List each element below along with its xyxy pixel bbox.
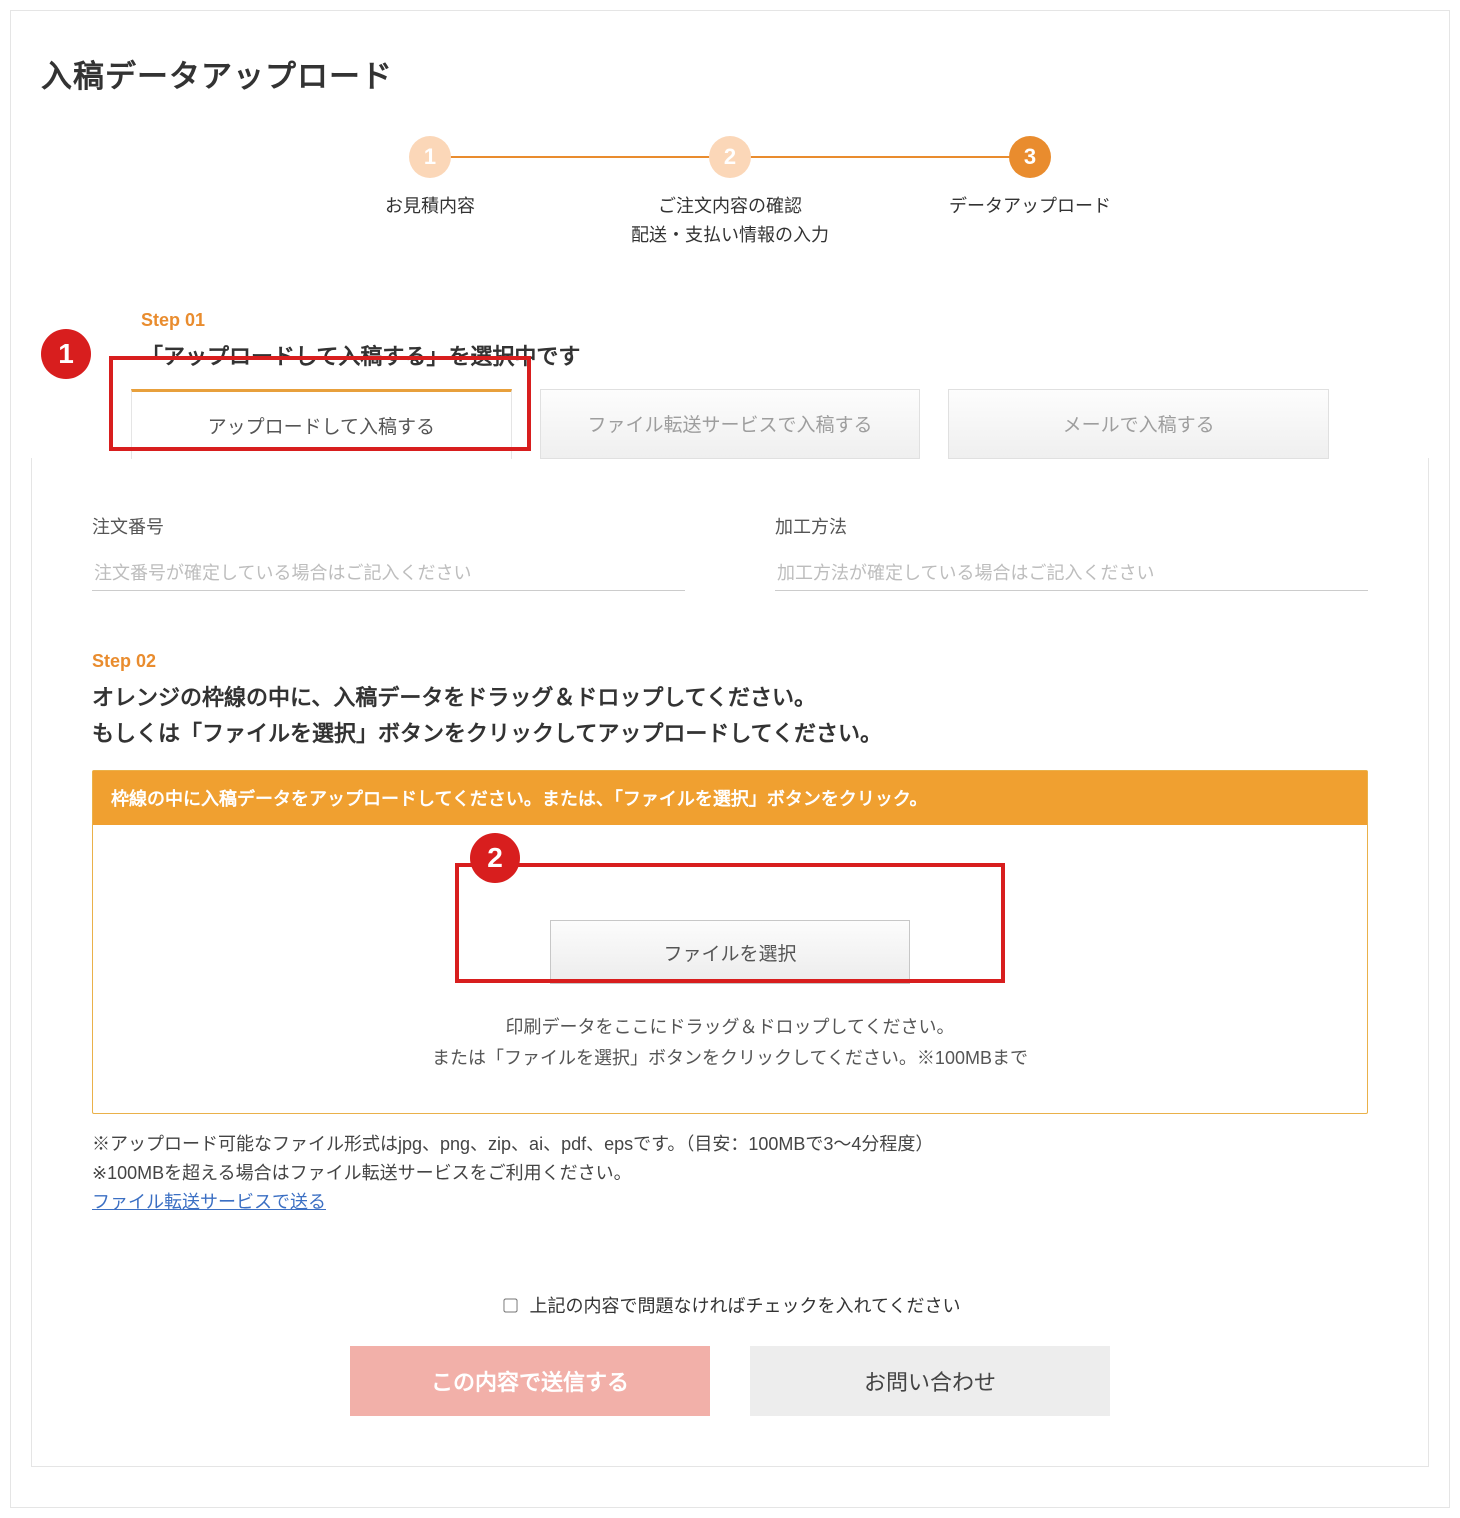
step01-block: Step 01 「アップロードして入稿する」を選択中です アップロードして入稿す… bbox=[31, 310, 1429, 459]
confirm-label-wrapper[interactable]: 上記の内容で問題なければチェックを入れてください bbox=[500, 1296, 961, 1316]
upload-body: 2 ファイルを選択 印刷データをここにドラッグ＆ドロップしてください。 または「… bbox=[93, 825, 1367, 1113]
action-buttons: この内容で送信する お問い合わせ bbox=[92, 1346, 1368, 1416]
process-method-group: 加工方法 bbox=[775, 513, 1368, 591]
progress-steps: 1 お見積内容 2 ご注文内容の確認 配送・支払い情報の入力 3 データアップロ… bbox=[31, 136, 1429, 250]
confirm-checkbox[interactable] bbox=[503, 1298, 517, 1312]
page-container: 入稿データアップロード 1 お見積内容 2 ご注文内容の確認 配送・支払い情報の… bbox=[10, 10, 1450, 1508]
step-circle-2: 2 bbox=[709, 136, 751, 178]
inquiry-button-label: お問い合わせ bbox=[864, 1370, 996, 1395]
upload-help-line1: 印刷データをここにドラッグ＆ドロップしてください。 bbox=[506, 1017, 955, 1037]
upload-notes: ※アップロード可能なファイル形式はjpg、png、zip、ai、pdf、epsで… bbox=[92, 1130, 1368, 1216]
submit-button-label: この内容で送信する bbox=[431, 1370, 629, 1395]
progress-step-2: 2 ご注文内容の確認 配送・支払い情報の入力 bbox=[580, 136, 880, 250]
page-title: 入稿データアップロード bbox=[41, 51, 1429, 96]
step-label-1: お見積内容 bbox=[385, 192, 475, 221]
upload-dropzone[interactable]: 枠線の中に入稿データをアップロードしてください。または、「ファイルを選択」ボタン… bbox=[92, 770, 1368, 1114]
step02-block: Step 02 オレンジの枠線の中に、入稿データをドラッグ＆ドロップしてください… bbox=[92, 651, 1368, 1217]
note-line2: ※100MBを超える場合はファイル転送サービスをご利用ください。 bbox=[92, 1159, 1368, 1188]
step02-desc: オレンジの枠線の中に、入稿データをドラッグ＆ドロップしてください。 もしくは「フ… bbox=[92, 680, 1368, 753]
step02-desc-line1: オレンジの枠線の中に、入稿データをドラッグ＆ドロップしてください。 bbox=[92, 685, 816, 710]
step01-label: Step 01 bbox=[141, 310, 1429, 331]
order-number-input[interactable] bbox=[92, 557, 685, 591]
step02-desc-line2: もしくは「ファイルを選択」ボタンをクリックしてアップロードしてください。 bbox=[92, 721, 882, 746]
process-method-input[interactable] bbox=[775, 557, 1368, 591]
confirm-row: 上記の内容で問題なければチェックを入れてください bbox=[92, 1292, 1368, 1318]
annotation-badge-2: 2 bbox=[470, 833, 520, 883]
order-number-label: 注文番号 bbox=[92, 513, 685, 539]
progress-step-1: 1 お見積内容 bbox=[280, 136, 580, 250]
tab-file-transfer-label: ファイル転送サービスで入稿する bbox=[588, 410, 873, 437]
step-label-3: データアップロード bbox=[949, 192, 1111, 221]
step02-label: Step 02 bbox=[92, 651, 1368, 672]
form-card: 注文番号 加工方法 Step 02 オレンジの枠線の中に、入稿データをドラッグ＆… bbox=[31, 458, 1429, 1467]
progress-step-3: 3 データアップロード bbox=[880, 136, 1180, 250]
tab-file-transfer[interactable]: ファイル転送サービスで入稿する bbox=[540, 389, 921, 459]
upload-help: 印刷データをここにドラッグ＆ドロップしてください。 または「ファイルを選択」ボタ… bbox=[93, 1012, 1367, 1073]
annotation-badge-1: 1 bbox=[41, 329, 91, 379]
tab-mail-label: メールで入稿する bbox=[1063, 410, 1215, 437]
step-circle-3: 3 bbox=[1009, 136, 1051, 178]
inquiry-button[interactable]: お問い合わせ bbox=[750, 1346, 1110, 1416]
step-circle-1: 1 bbox=[409, 136, 451, 178]
tab-mail[interactable]: メールで入稿する bbox=[948, 389, 1329, 459]
upload-header: 枠線の中に入稿データをアップロードしてください。または、「ファイルを選択」ボタン… bbox=[93, 771, 1367, 825]
note-line1: ※アップロード可能なファイル形式はjpg、png、zip、ai、pdf、epsで… bbox=[92, 1130, 1368, 1159]
confirm-label: 上記の内容で問題なければチェックを入れてください bbox=[530, 1296, 961, 1316]
file-select-button[interactable]: ファイルを選択 bbox=[550, 920, 910, 984]
order-number-group: 注文番号 bbox=[92, 513, 685, 591]
submit-button[interactable]: この内容で送信する bbox=[350, 1346, 710, 1416]
step01-title: 「アップロードして入稿する」を選択中です bbox=[141, 339, 1429, 371]
upload-method-tabs: アップロードして入稿する ファイル転送サービスで入稿する メールで入稿する bbox=[131, 389, 1329, 459]
file-select-button-label: ファイルを選択 bbox=[663, 944, 796, 965]
form-row: 注文番号 加工方法 bbox=[92, 513, 1368, 591]
file-transfer-link[interactable]: ファイル転送サービスで送る bbox=[92, 1192, 326, 1212]
tab-upload-label: アップロードして入稿する bbox=[208, 412, 435, 439]
process-method-label: 加工方法 bbox=[775, 513, 1368, 539]
tab-upload[interactable]: アップロードして入稿する bbox=[131, 389, 512, 459]
upload-help-line2: または「ファイルを選択」ボタンをクリックしてください。※100MBまで bbox=[432, 1048, 1028, 1068]
step-label-2: ご注文内容の確認 配送・支払い情報の入力 bbox=[631, 192, 829, 250]
